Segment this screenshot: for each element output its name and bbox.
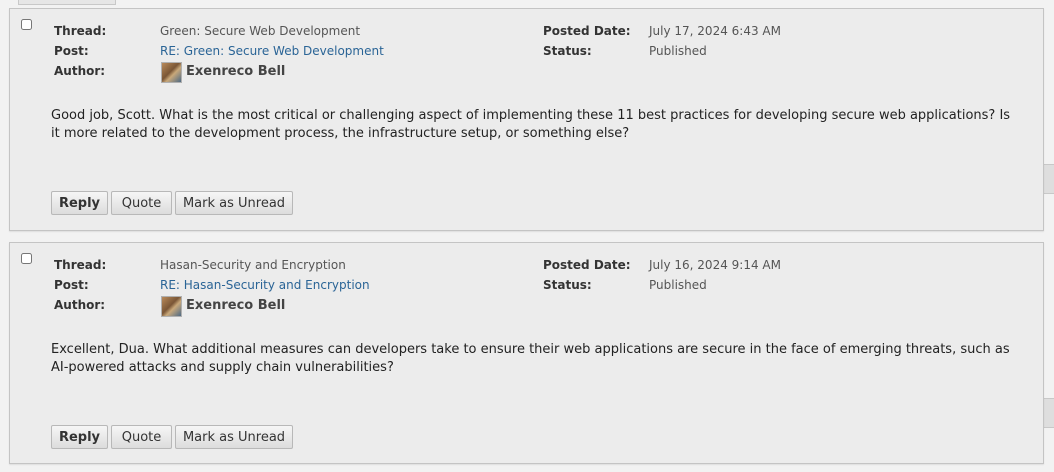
post-select-checkbox[interactable] xyxy=(21,253,32,264)
avatar xyxy=(161,62,182,83)
quote-button[interactable]: Quote xyxy=(111,425,172,449)
scroll-edge xyxy=(1043,398,1054,428)
mark-unread-button[interactable]: Mark as Unread xyxy=(175,425,293,449)
quote-button[interactable]: Quote xyxy=(111,191,172,215)
reply-button[interactable]: Reply xyxy=(51,425,108,449)
status-value: Published xyxy=(649,44,707,58)
author-name: Exenreco Bell xyxy=(186,298,286,313)
mark-unread-button[interactable]: Mark as Unread xyxy=(175,191,293,215)
post-card: Thread: Hasan-Security and Encryption Po… xyxy=(9,242,1044,464)
scroll-edge xyxy=(1043,164,1054,194)
author-label: Author: xyxy=(54,64,106,78)
author-name: Exenreco Bell xyxy=(186,64,286,79)
thread-label: Thread: xyxy=(54,258,107,272)
posted-date-value: July 16, 2024 9:14 AM xyxy=(649,258,781,272)
post-link[interactable]: RE: Green: Secure Web Development xyxy=(160,44,384,58)
thread-value: Hasan-Security and Encryption xyxy=(160,258,346,272)
post-label: Post: xyxy=(54,278,89,292)
post-link[interactable]: RE: Hasan-Security and Encryption xyxy=(160,278,370,292)
posted-date-label: Posted Date: xyxy=(543,258,631,272)
thread-label: Thread: xyxy=(54,24,107,38)
status-value: Published xyxy=(649,278,707,292)
posted-date-value: July 17, 2024 6:43 AM xyxy=(649,24,781,38)
thread-value: Green: Secure Web Development xyxy=(160,24,361,38)
top-tab-edge xyxy=(18,0,116,5)
post-card: Thread: Green: Secure Web Development Po… xyxy=(9,8,1044,231)
post-body: Good job, Scott. What is the most critic… xyxy=(51,108,1011,141)
post-select-checkbox[interactable] xyxy=(21,19,32,30)
posted-date-label: Posted Date: xyxy=(543,24,631,38)
status-label: Status: xyxy=(543,44,592,58)
avatar xyxy=(161,296,182,317)
author-label: Author: xyxy=(54,298,106,312)
post-label: Post: xyxy=(54,44,89,58)
status-label: Status: xyxy=(543,278,592,292)
post-body: Excellent, Dua. What additional measures… xyxy=(51,342,1010,375)
reply-button[interactable]: Reply xyxy=(51,191,108,215)
